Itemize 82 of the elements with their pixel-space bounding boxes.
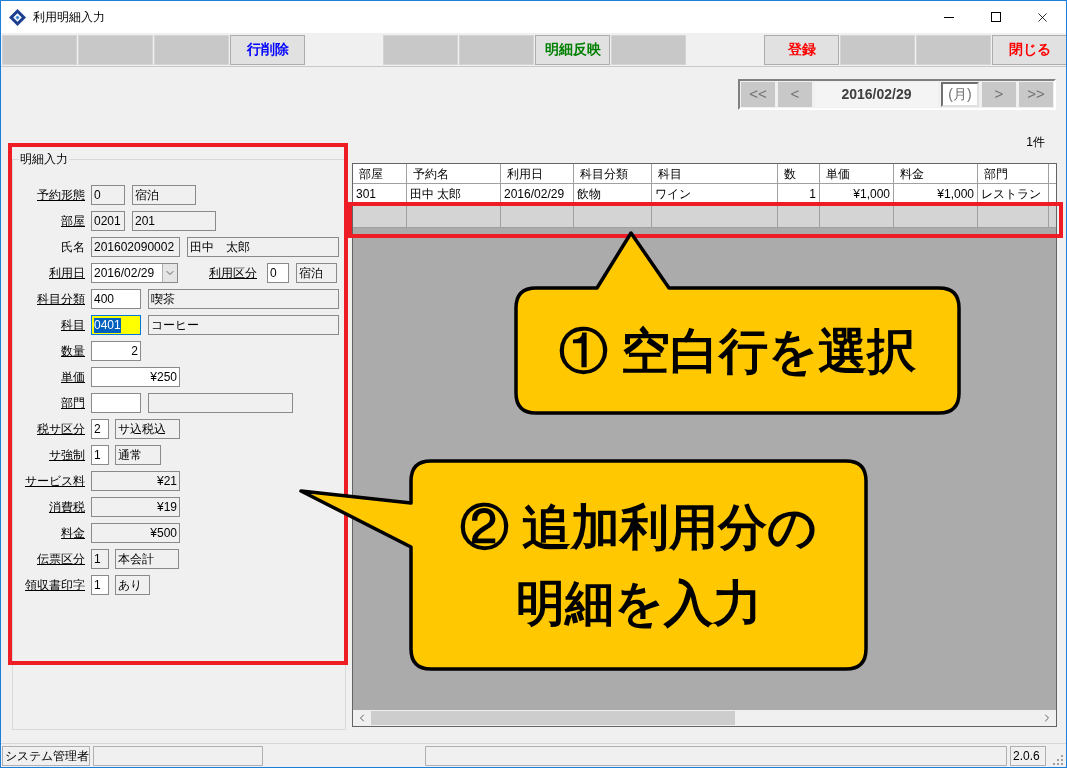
blank-button[interactable]	[154, 34, 229, 65]
column-header[interactable]: 数	[778, 164, 820, 184]
field-label[interactable]: 税サ区分	[15, 420, 85, 438]
input-field[interactable]: 0	[91, 185, 125, 205]
size-grip-icon	[1052, 754, 1063, 765]
input-field[interactable]: 宿泊	[132, 185, 196, 205]
column-header[interactable]: 料金	[894, 164, 978, 184]
callout-text: ① 空白行を選択	[558, 322, 917, 380]
date-field[interactable]: 2016/02/29	[91, 263, 178, 283]
table-cell	[1049, 184, 1056, 203]
input-field[interactable]: 通常	[115, 445, 161, 465]
field-label[interactable]: 部門	[15, 394, 85, 412]
field-label[interactable]: 予約形態	[15, 186, 85, 204]
input-field[interactable]: 0401	[91, 315, 141, 335]
column-header[interactable]: 科目	[652, 164, 778, 184]
input-field[interactable]: ¥500	[91, 523, 180, 543]
field-label[interactable]: 数量	[15, 342, 85, 360]
input-field[interactable]: 2	[91, 341, 141, 361]
minimize-icon	[943, 16, 954, 18]
input-field[interactable]: 宿泊	[296, 263, 337, 283]
column-header[interactable]: 科目分類	[574, 164, 652, 184]
field-label: 氏名	[60, 239, 85, 256]
toolbar-button[interactable]: 行削除	[230, 34, 305, 65]
field-label[interactable]: 利用区分	[207, 264, 257, 282]
input-field[interactable]: ¥19	[91, 497, 180, 517]
callout-text: 明細を入力	[515, 575, 762, 632]
column-header[interactable]: 予約名	[407, 164, 501, 184]
input-field[interactable]: 0201	[91, 211, 125, 231]
blank-button[interactable]	[78, 34, 153, 65]
field-label[interactable]: サービス料	[15, 472, 85, 490]
input-field[interactable]: 0	[267, 263, 289, 283]
input-field[interactable]: 201	[132, 211, 216, 231]
input-field[interactable]: 400	[91, 289, 141, 309]
field-label[interactable]: 部屋	[15, 212, 85, 230]
field-label[interactable]: 科目分類	[15, 290, 85, 308]
input-field[interactable]: あり	[115, 575, 150, 595]
field-label[interactable]: 料金	[15, 524, 85, 542]
input-field[interactable]	[91, 393, 141, 413]
blank-button[interactable]	[383, 34, 458, 65]
status-version: 2.0.6	[1010, 745, 1046, 766]
field-label[interactable]: 領収書印字	[15, 576, 85, 594]
input-field[interactable]: 喫茶	[148, 289, 339, 309]
blank-button[interactable]	[611, 34, 686, 65]
blank-button[interactable]	[2, 34, 77, 65]
input-field[interactable]: ¥250	[91, 367, 180, 387]
weekday-display: (月)	[941, 82, 979, 107]
input-field[interactable]: 本会計	[115, 549, 179, 569]
field-label[interactable]: 単価	[15, 368, 85, 386]
field-label[interactable]: 科目	[15, 316, 85, 334]
callout-text: ② 追加利用分の	[459, 499, 818, 556]
column-header[interactable]: 単価	[820, 164, 894, 184]
field-label[interactable]: 消費税	[15, 498, 85, 516]
input-field[interactable]: 201602090002	[91, 237, 180, 257]
input-field[interactable]: サ込税込	[115, 419, 180, 439]
field-label[interactable]: サ強制	[15, 446, 85, 464]
input-field[interactable]: コーヒー	[148, 315, 339, 335]
status-user: システム管理者	[2, 745, 90, 766]
column-header[interactable]	[1049, 164, 1056, 184]
window-title: 利用明細入力	[33, 9, 105, 26]
date-display: 2016/02/29	[815, 82, 938, 107]
field-label[interactable]: 利用日	[15, 264, 85, 282]
panel-title: 明細入力	[19, 151, 69, 168]
scroll-thumb[interactable]	[371, 711, 735, 725]
column-header[interactable]: 部屋	[353, 164, 407, 184]
dropdown-button[interactable]	[162, 264, 177, 282]
input-field[interactable]: 1	[91, 549, 109, 569]
input-field[interactable]: 田中 太郎	[187, 237, 339, 257]
input-field[interactable]: 2	[91, 419, 109, 439]
blank-button[interactable]	[459, 34, 534, 65]
input-field[interactable]: 1	[91, 575, 109, 595]
horizontal-scrollbar[interactable]	[353, 710, 1056, 726]
maximize-icon	[990, 12, 1001, 22]
input-field[interactable]: ¥21	[91, 471, 180, 491]
diamond-logo-icon	[9, 8, 26, 26]
column-header[interactable]: 部門	[978, 164, 1049, 184]
input-field[interactable]	[148, 393, 293, 413]
field-label[interactable]: 伝票区分	[15, 550, 85, 568]
input-field[interactable]: 1	[91, 445, 109, 465]
blank-button[interactable]	[840, 34, 915, 65]
column-header[interactable]: 利用日	[501, 164, 574, 184]
toolbar-button[interactable]: 明細反映	[535, 34, 610, 65]
record-count: 1件	[1026, 134, 1045, 150]
